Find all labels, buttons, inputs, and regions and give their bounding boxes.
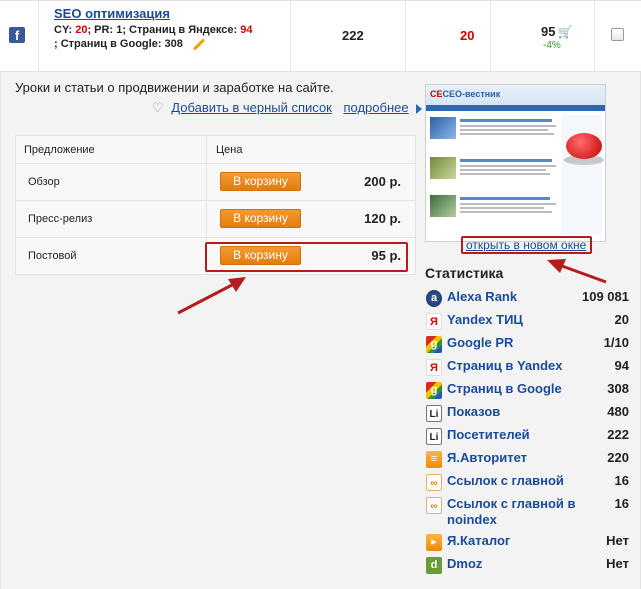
stat-label[interactable]: Я.Авторитет xyxy=(447,450,527,466)
stat-value: Нет xyxy=(606,556,629,571)
stat-label[interactable]: Я.Каталог xyxy=(447,533,510,549)
stat-home-links-noindex: ∞ Ссылок с главной в noindex 16 xyxy=(425,496,629,530)
stat-value: 1/10 xyxy=(603,335,629,350)
stat-value: 222 xyxy=(607,427,629,442)
ya-authority-icon: ≡ xyxy=(426,451,442,468)
stat-label[interactable]: Ссылок с главной xyxy=(447,473,564,489)
link-icon: ∞ xyxy=(426,474,442,491)
stat-value: 20 xyxy=(614,312,629,327)
google-icon: g xyxy=(426,336,442,353)
stats-title: Статистика xyxy=(425,265,504,281)
stat-value: 480 xyxy=(607,404,629,419)
annotation-arrow-right xyxy=(547,259,607,284)
stat-value: 16 xyxy=(614,473,629,488)
stat-label[interactable]: Показов xyxy=(447,404,500,420)
stat-label[interactable]: Страниц в Google xyxy=(447,381,562,397)
stat-label[interactable]: Страниц в Yandex xyxy=(447,358,563,374)
annotation-arrow-left xyxy=(177,277,246,315)
stat-label[interactable]: Yandex ТИЦ xyxy=(447,312,523,328)
stat-label[interactable]: Посетителей xyxy=(447,427,530,443)
liveinternet-icon: Li xyxy=(426,405,442,422)
yandex-icon: Я xyxy=(426,313,442,330)
stat-value: 220 xyxy=(607,450,629,465)
stat-label[interactable]: Google PR xyxy=(447,335,513,351)
stat-value: 308 xyxy=(607,381,629,396)
stat-label[interactable]: Alexa Rank xyxy=(447,289,517,305)
site-listing: f SEO оптимизация CY: 20; PR: 1; Страниц… xyxy=(0,0,641,589)
yandex-icon: Я xyxy=(426,359,442,376)
stat-value: 16 xyxy=(614,496,629,511)
ya-catalog-icon: ▸ xyxy=(426,534,442,551)
google-icon: g xyxy=(426,382,442,399)
stat-value: 94 xyxy=(614,358,629,373)
alexa-icon: a xyxy=(426,290,442,307)
liveinternet-icon: Li xyxy=(426,428,442,445)
stat-value: 109 081 xyxy=(582,289,629,304)
stat-label[interactable]: Ссылок с главной в noindex xyxy=(447,496,597,528)
link-icon: ∞ xyxy=(426,497,442,514)
stat-value: Нет xyxy=(606,533,629,548)
dmoz-icon: d xyxy=(426,557,442,574)
stat-label[interactable]: Dmoz xyxy=(447,556,482,572)
